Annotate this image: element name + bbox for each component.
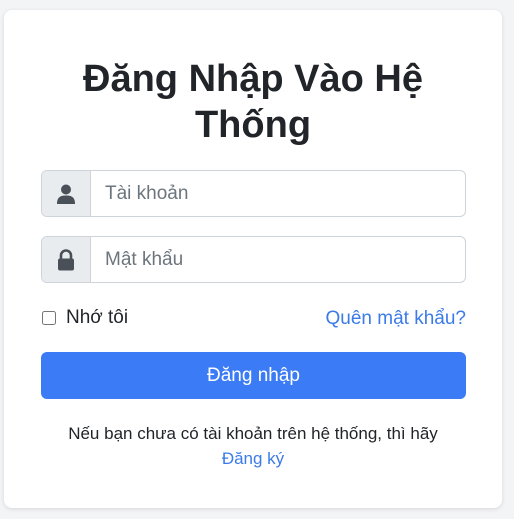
signup-link[interactable]: Đăng ký: [222, 449, 284, 468]
password-input-group: [41, 236, 466, 283]
username-input-group: [41, 170, 466, 217]
password-input[interactable]: [91, 237, 465, 282]
remember-me-checkbox[interactable]: [42, 311, 56, 325]
signup-prompt: Nếu bạn chưa có tài khoản trên hệ thống,…: [68, 424, 438, 443]
login-button[interactable]: Đăng nhập: [41, 352, 466, 399]
lock-icon: [42, 237, 91, 282]
login-card: Đăng Nhập Vào Hệ Thống Nhớ tôi Quên mật …: [4, 10, 502, 508]
remember-me[interactable]: Nhớ tôi: [41, 307, 128, 329]
signup-link-row: Đăng ký: [44, 447, 462, 471]
page-title: Đăng Nhập Vào Hệ Thống: [83, 58, 423, 146]
user-icon: [42, 171, 91, 216]
remember-me-label: Nhớ tôi: [66, 307, 129, 328]
username-input[interactable]: [91, 171, 465, 216]
forgot-password-link[interactable]: Quên mật khẩu?: [326, 308, 466, 330]
